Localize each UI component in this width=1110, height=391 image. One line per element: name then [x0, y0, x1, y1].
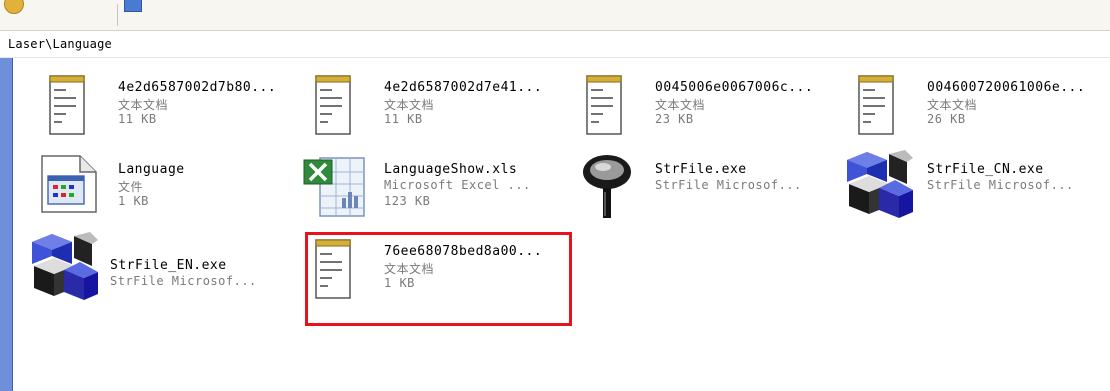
- file-size: 11 KB: [118, 112, 157, 126]
- file-size: 1 KB: [118, 194, 149, 208]
- address-path: Laser\Language: [8, 37, 112, 51]
- file-item[interactable]: 004600720061006e... 文本文档 26 KB: [845, 68, 1110, 146]
- left-panel-edge: [0, 58, 12, 391]
- notepad-text-icon: [586, 75, 622, 135]
- file-type: 文本文档: [655, 98, 706, 112]
- notepad-text-icon: [858, 75, 894, 135]
- file-name: StrFile_CN.exe: [927, 162, 1044, 177]
- file-name: StrFile_EN.exe: [110, 258, 227, 273]
- file-name: LanguageShow.xls: [384, 162, 518, 177]
- notepad-text-icon: [315, 75, 351, 135]
- file-item[interactable]: 4e2d6587002d7b80... 文本文档 11 KB: [36, 68, 306, 146]
- file-type: 文件: [118, 180, 144, 194]
- mfc-exe-icon: [30, 232, 100, 302]
- file-size: 26 KB: [927, 112, 966, 126]
- file-item[interactable]: 4e2d6587002d7e41... 文本文档 11 KB: [302, 68, 572, 146]
- file-name: Language: [118, 162, 185, 177]
- file-type: StrFile Microsof...: [110, 274, 257, 288]
- file-item[interactable]: StrFile.exe StrFile Microsof...: [573, 150, 843, 228]
- file-type: StrFile Microsof...: [655, 178, 802, 192]
- file-item[interactable]: StrFile_EN.exe StrFile Microsof...: [30, 232, 300, 310]
- mfc-exe-icon: [845, 150, 915, 220]
- file-item[interactable]: 0045006e0067006c... 文本文档 23 KB: [573, 68, 843, 146]
- file-size: 123 KB: [384, 194, 431, 208]
- file-name: 0045006e0067006c...: [655, 80, 814, 95]
- file-type: Microsoft Excel ...: [384, 178, 531, 192]
- notepad-text-icon: [49, 75, 85, 135]
- file-item[interactable]: StrFile_CN.exe StrFile Microsof...: [845, 150, 1110, 228]
- file-type: 文本文档: [927, 98, 978, 112]
- magnifier-exe-icon: [583, 155, 631, 218]
- file-name: 004600720061006e...: [927, 80, 1086, 95]
- toolbar-separator: [117, 4, 118, 26]
- file-size: 23 KB: [655, 112, 694, 126]
- views-button-icon[interactable]: [124, 0, 142, 12]
- file-type: StrFile Microsof...: [927, 178, 1074, 192]
- file-size: 11 KB: [384, 112, 423, 126]
- file-item[interactable]: LanguageShow.xls Microsoft Excel ... 123…: [302, 150, 572, 228]
- back-button-icon[interactable]: [4, 0, 24, 14]
- file-item[interactable]: Language 文件 1 KB: [36, 150, 306, 228]
- file-name: 4e2d6587002d7e41...: [384, 80, 543, 95]
- file-type: 文本文档: [118, 98, 169, 112]
- file-name: 4e2d6587002d7b80...: [118, 80, 277, 95]
- file-name: StrFile.exe: [655, 162, 747, 177]
- file-type: 文本文档: [384, 98, 435, 112]
- excel-file-icon: [303, 157, 365, 217]
- toolbar: [0, 0, 1110, 31]
- generic-file-icon: [41, 155, 97, 213]
- highlight-box: [305, 232, 572, 326]
- address-bar[interactable]: Laser\Language: [0, 31, 1110, 58]
